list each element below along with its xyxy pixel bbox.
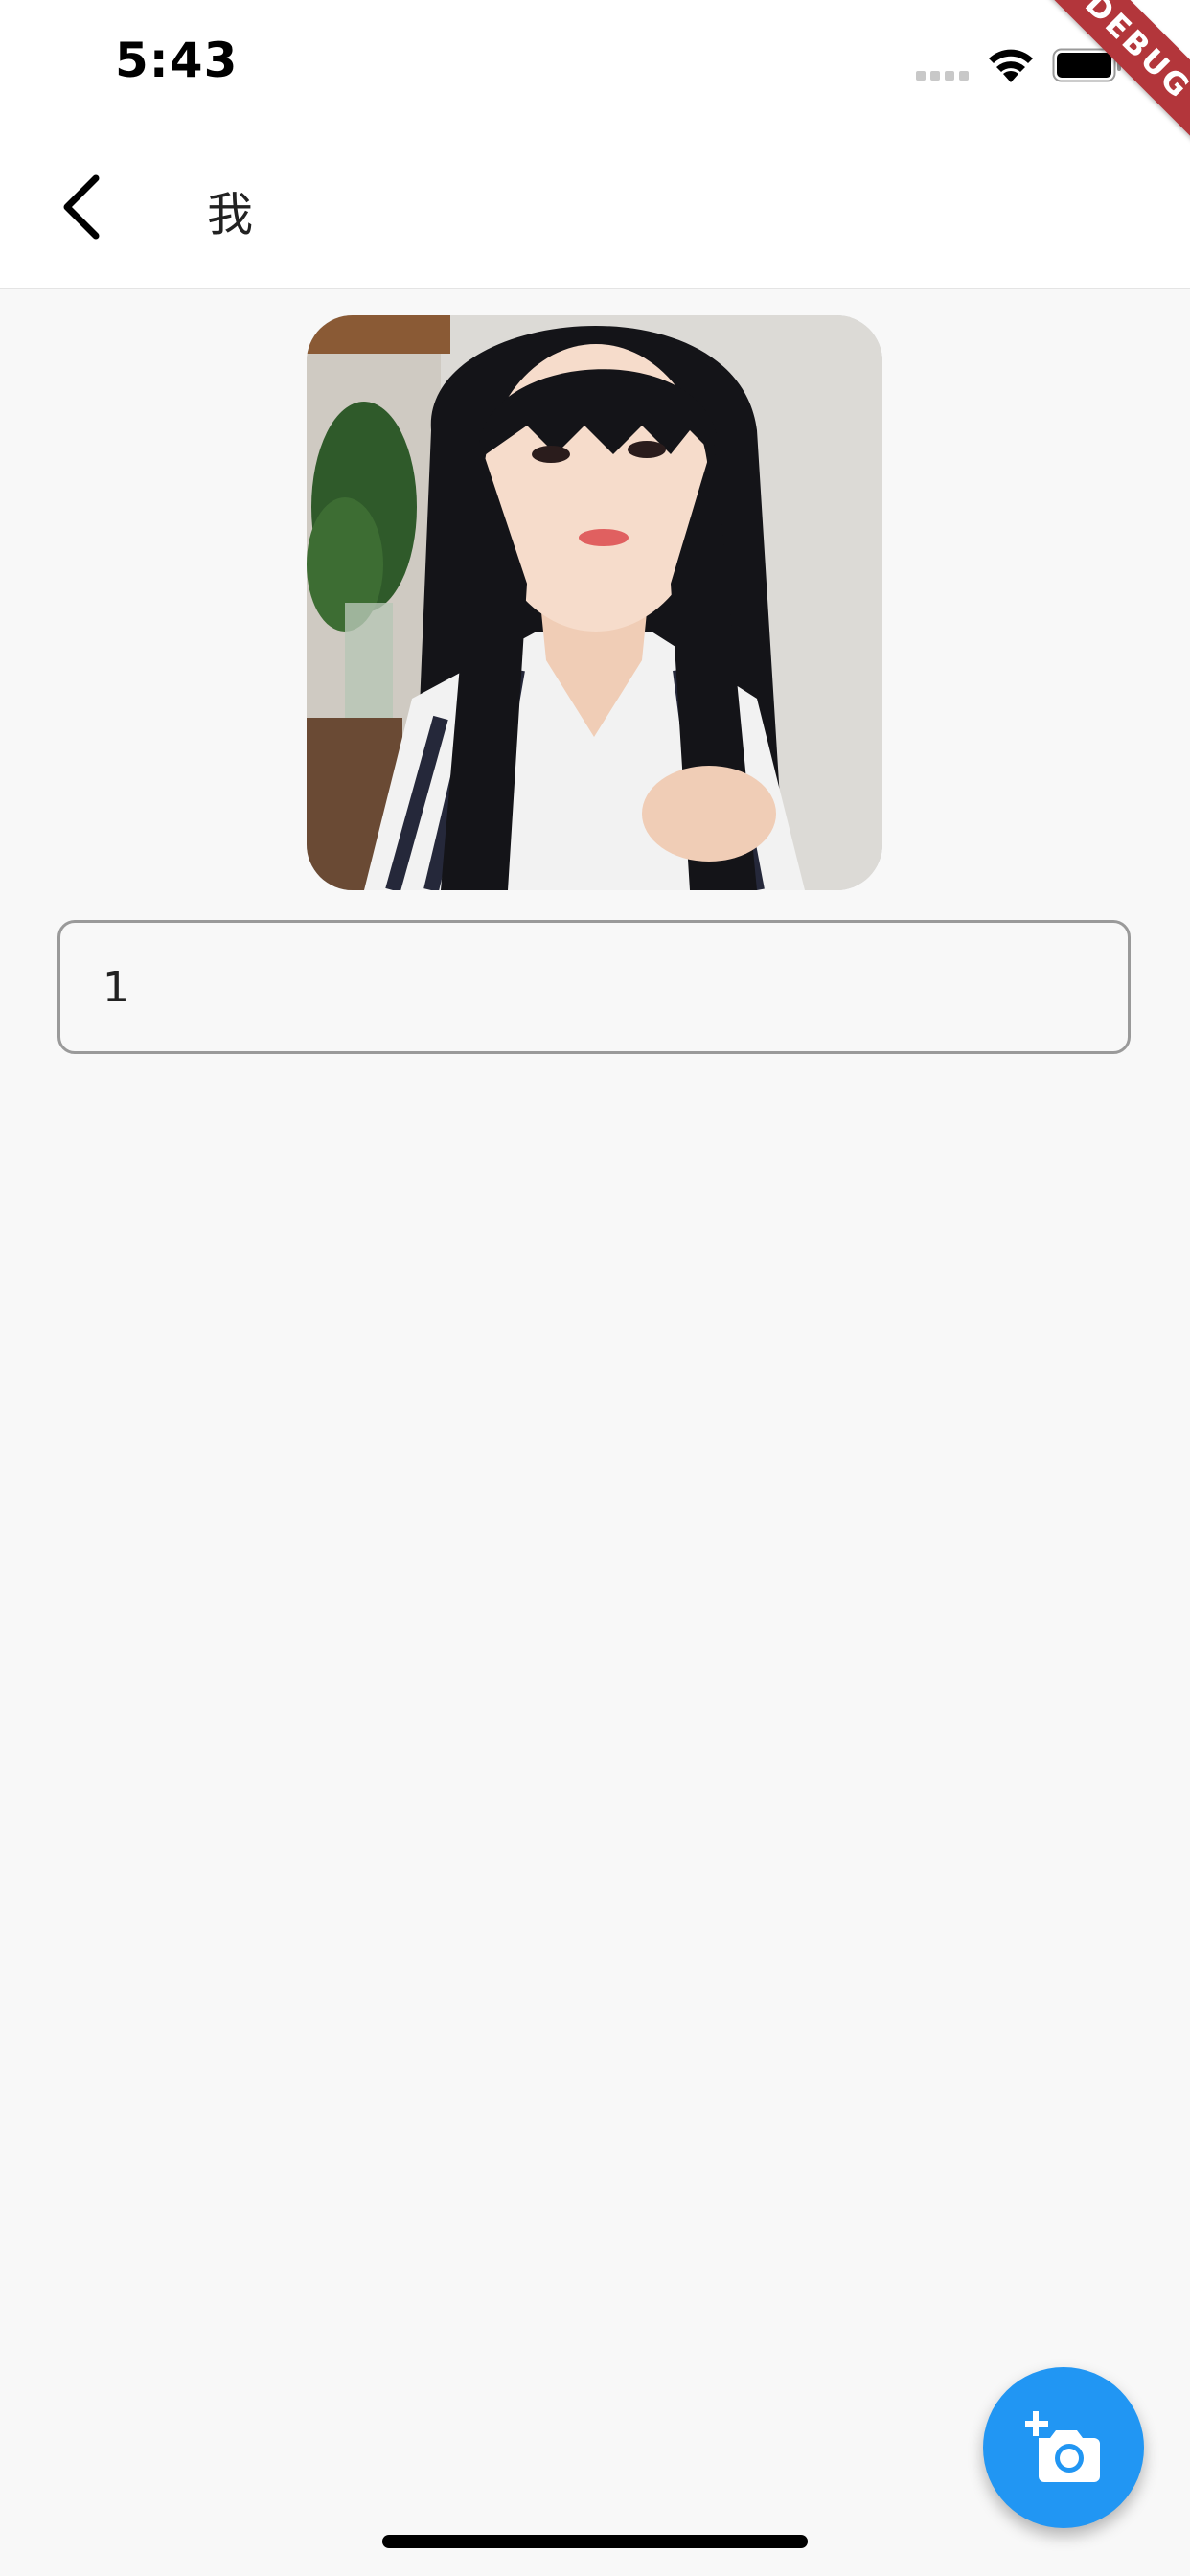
back-button[interactable] — [50, 171, 123, 243]
add-a-photo-icon — [1025, 2411, 1100, 2482]
app-bar: 我 — [0, 126, 1190, 289]
home-indicator[interactable] — [382, 2535, 808, 2548]
status-time: 5:43 — [115, 33, 239, 88]
profile-photo[interactable] — [307, 315, 882, 890]
wifi-icon — [989, 49, 1033, 82]
profile-photo-image — [307, 315, 882, 890]
profile-screen: 5:43 我 DEBUG 1 — [0, 0, 1190, 2576]
text-input-field[interactable]: 1 — [57, 920, 1131, 1054]
status-bar: 5:43 — [0, 0, 1190, 126]
cellular-dots-icon — [916, 71, 969, 80]
page-title: 我 — [207, 188, 254, 242]
text-input-value: 1 — [103, 963, 129, 1012]
add-photo-button[interactable] — [983, 2367, 1144, 2528]
